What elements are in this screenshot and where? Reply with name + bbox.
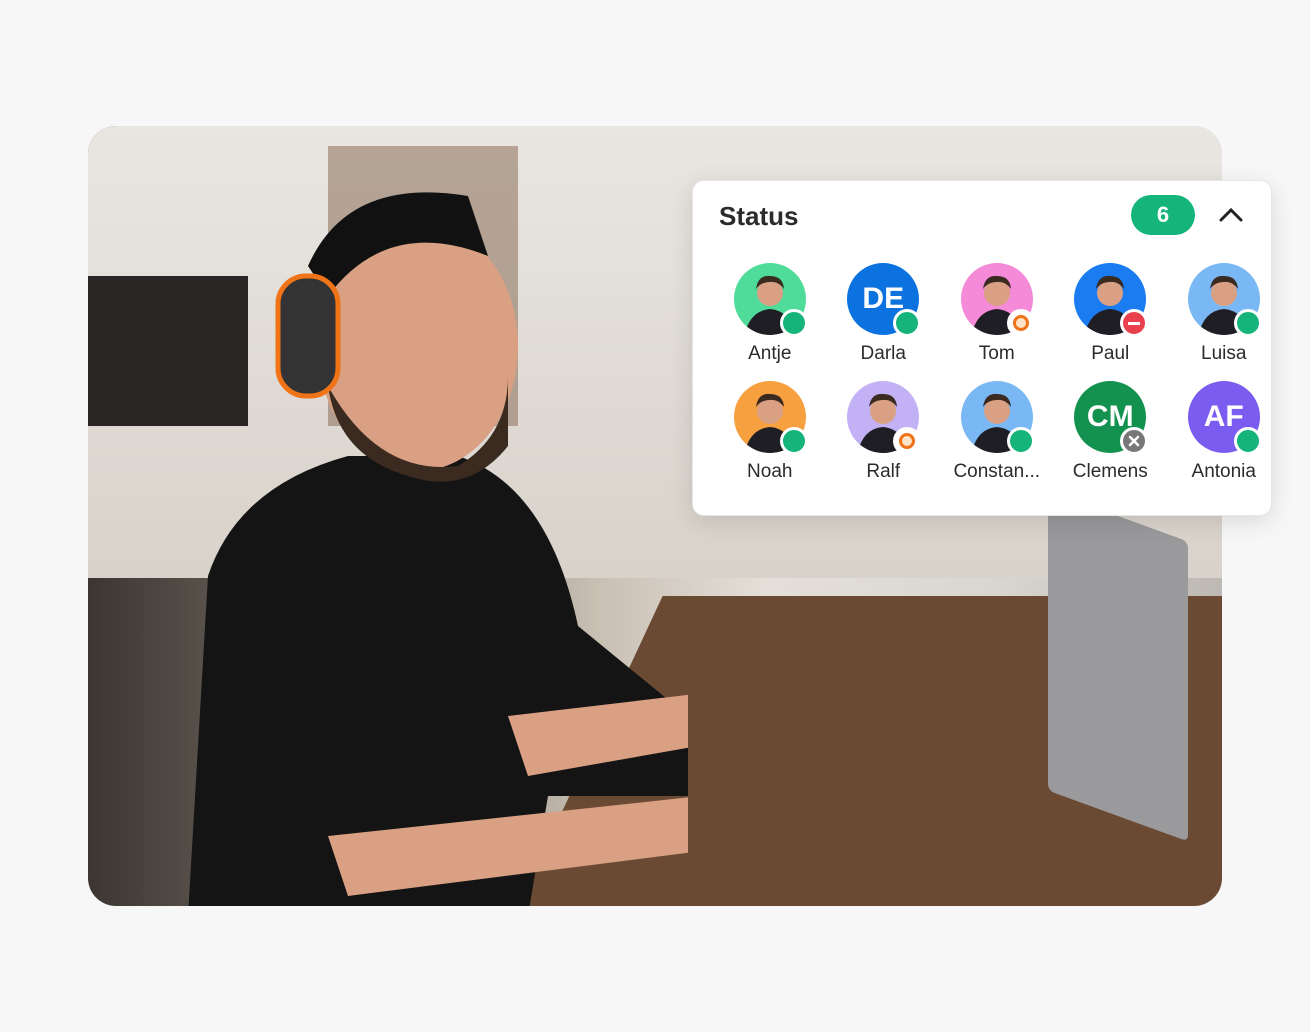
person-ralf[interactable]: Ralf [827,381,941,483]
status-online-icon [893,309,922,337]
person-name: Noah [747,461,793,482]
avatar[interactable] [960,381,1035,455]
person-name: Clemens [1072,461,1148,482]
person-name: Constan... [953,461,1041,482]
photo-person-with-headset [188,192,688,906]
panel-title: Status [719,201,799,231]
chevron-up-icon[interactable] [1217,201,1245,229]
person-noah[interactable]: Noah [713,381,827,483]
status-away-icon [893,427,922,455]
person-name: Antonia [1191,461,1256,482]
avatar[interactable]: CM [1074,381,1149,455]
avatar[interactable] [733,381,808,455]
person-name: Ralf [866,461,901,482]
photo-monitor [1048,490,1188,842]
person-paul[interactable]: Paul [1054,263,1168,365]
person-antonia[interactable]: AF Antonia [1167,381,1281,483]
status-online-icon [1006,427,1035,455]
avatar[interactable]: AF [1187,381,1262,455]
person-name: Tom [978,343,1015,364]
person-name: Paul [1091,343,1130,364]
avatar[interactable] [847,381,922,455]
person-tom[interactable]: Tom [940,263,1054,365]
status-online-icon [779,427,808,455]
status-online-icon [1233,427,1262,455]
avatar[interactable] [1074,263,1149,337]
person-antje[interactable]: Antje [713,263,827,365]
person-name: Antje [748,343,792,364]
status-busy-icon [1120,309,1149,337]
person-name: Luisa [1201,343,1247,364]
avatar[interactable] [733,263,808,337]
avatar[interactable] [1187,263,1262,337]
person-constan[interactable]: Constan... [940,381,1054,483]
status-online-icon [779,309,808,337]
status-online-icon [1233,309,1262,337]
online-count-badge: 6 [1131,195,1195,235]
person-name: Darla [860,343,906,364]
person-clemens[interactable]: CM Clemens [1054,381,1168,483]
avatar[interactable]: DE [847,263,922,337]
status-away-icon [1006,309,1035,337]
person-luisa[interactable]: Luisa [1167,263,1281,365]
status-panel: Status 6 Antje DE Darla Tom Paul Luisa N… [692,180,1272,516]
status-offline-icon [1120,427,1149,455]
person-darla[interactable]: DE Darla [827,263,941,365]
avatar[interactable] [960,263,1035,337]
people-grid: Antje DE Darla Tom Paul Luisa Noah Ralf … [713,263,1281,483]
avatar-initials: AF [1203,400,1244,433]
